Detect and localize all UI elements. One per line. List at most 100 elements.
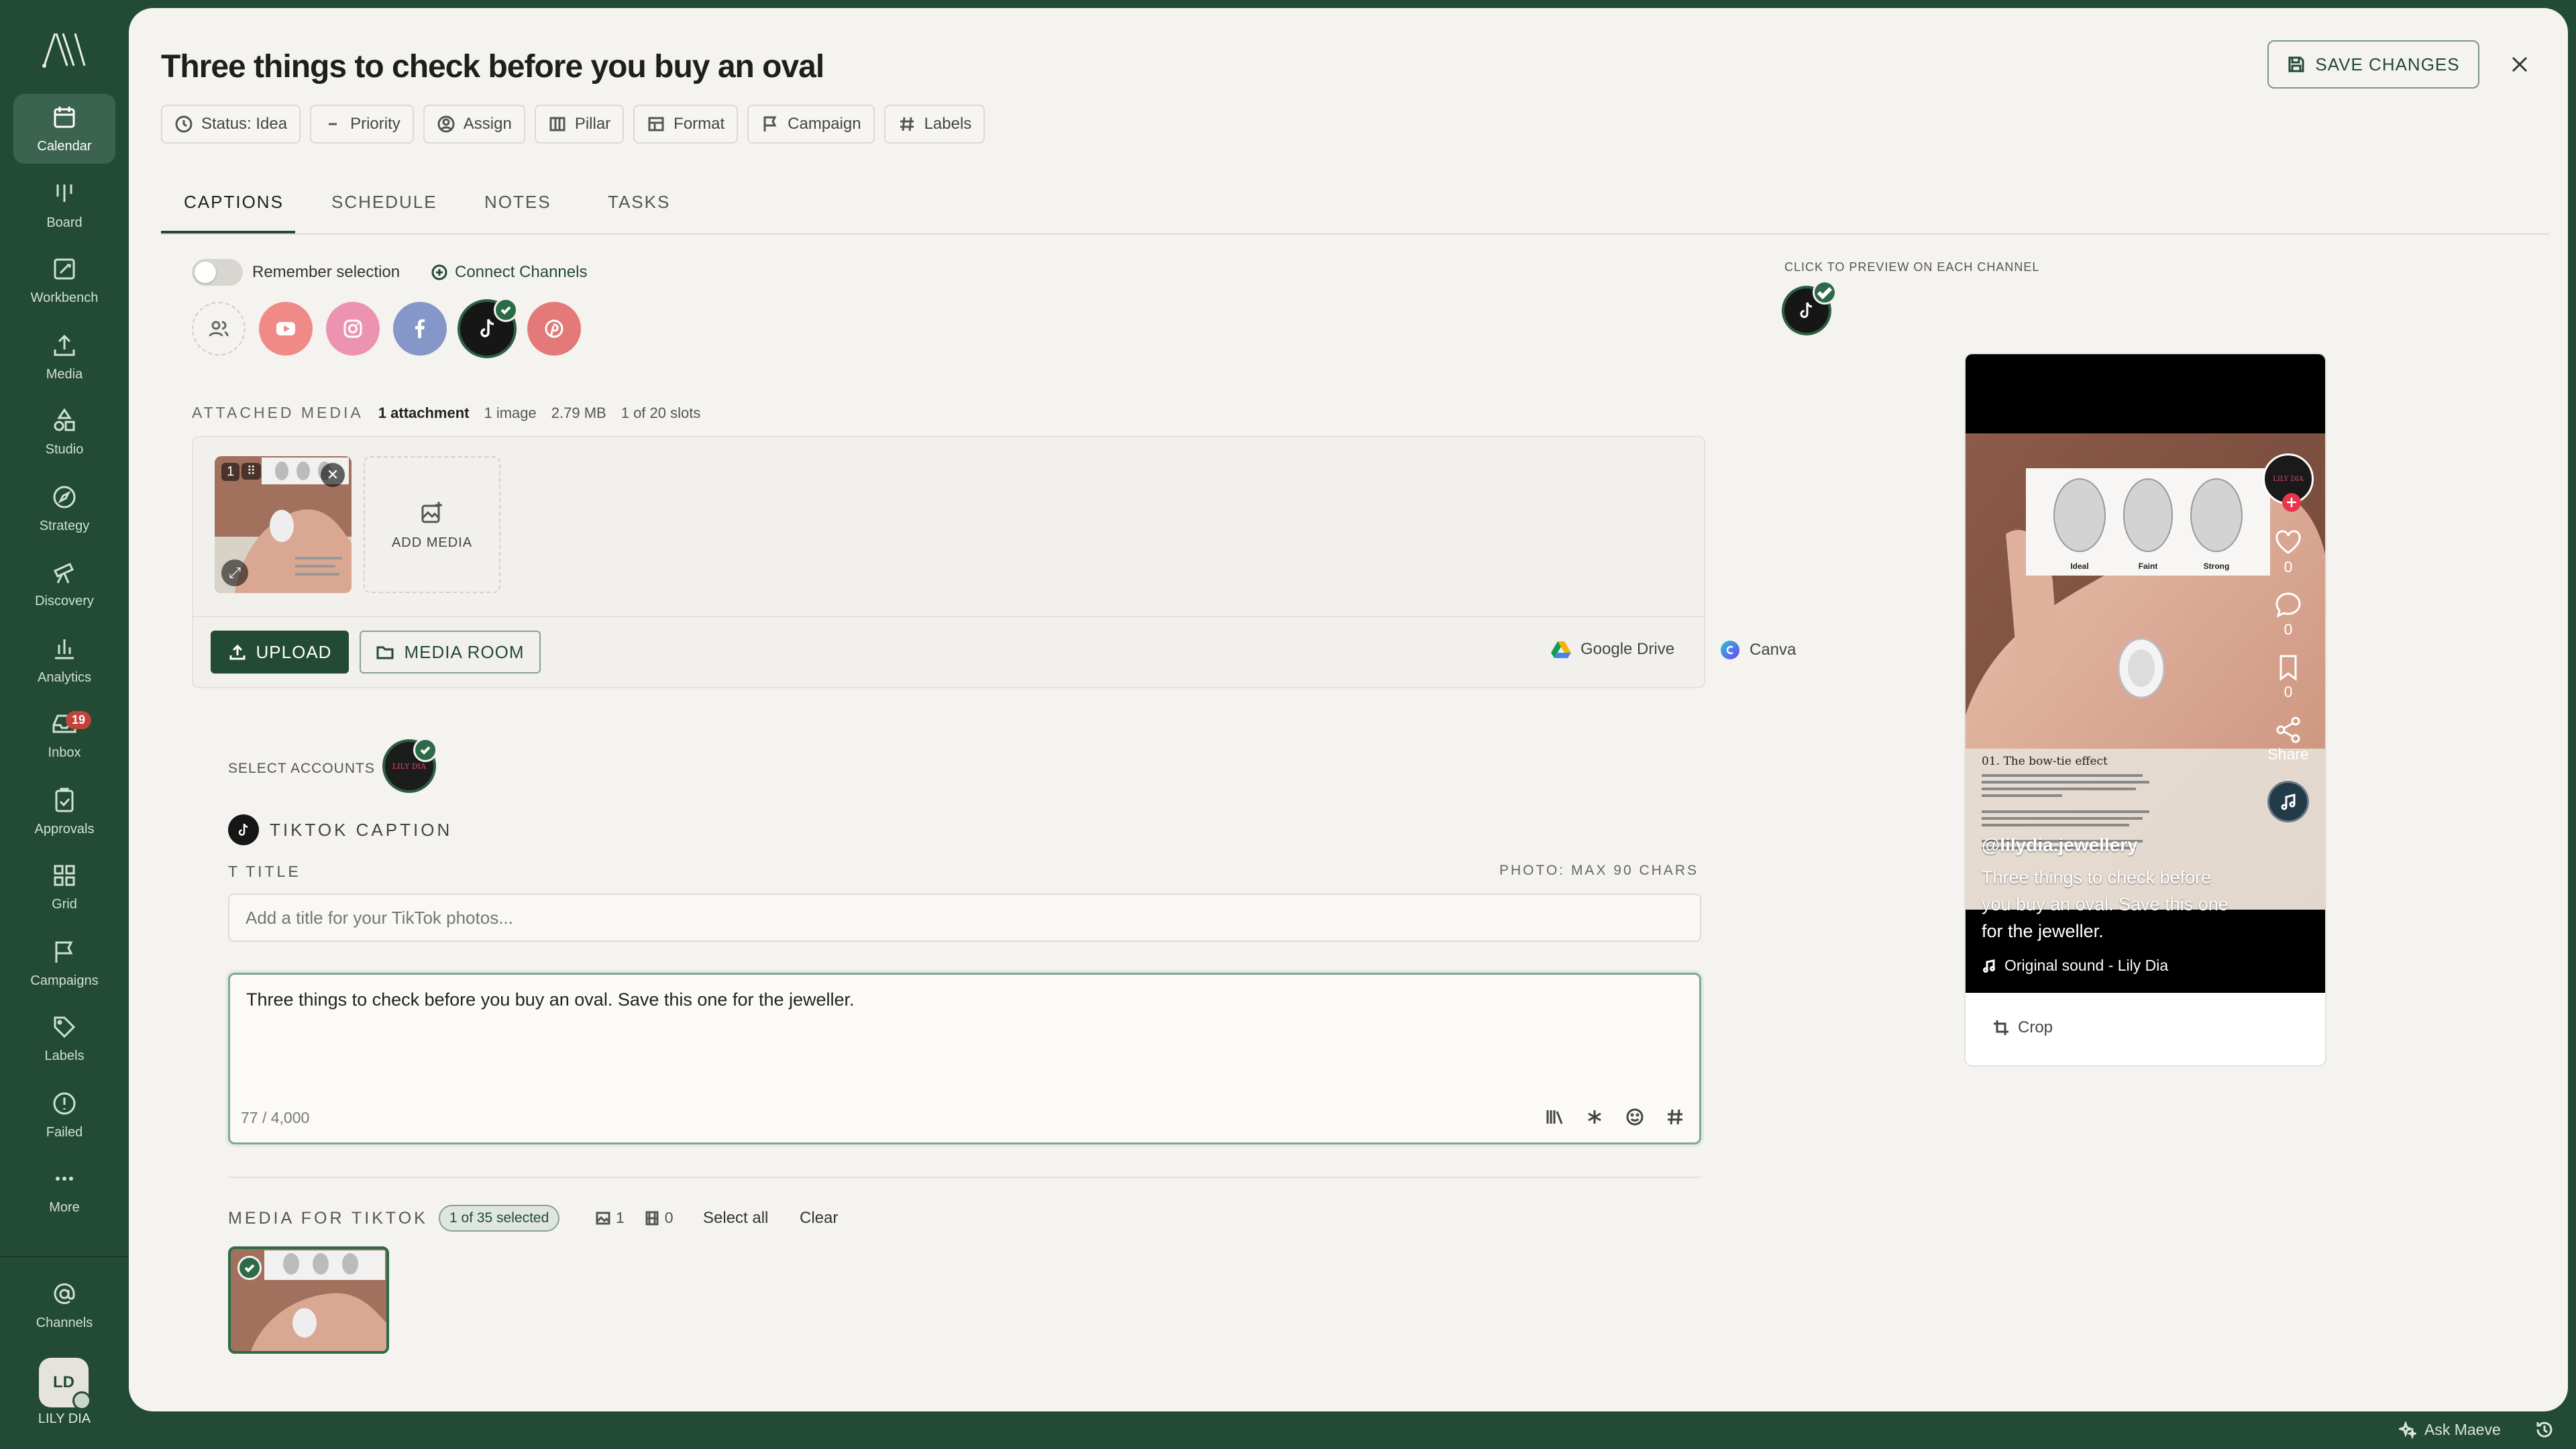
sidebar-item-inbox[interactable]: Inbox 19 [13, 700, 115, 770]
assign-chip-label: Assign [463, 115, 512, 133]
tiktok-title-input[interactable] [228, 894, 1701, 942]
save-changes-button[interactable]: SAVE CHANGES [2267, 40, 2479, 89]
sidebar-item-studio[interactable]: Studio [13, 397, 115, 467]
sidebar-item-discovery[interactable]: Discovery [13, 549, 115, 619]
drag-handle-icon[interactable]: ⠿ [241, 463, 262, 480]
preview-article-heading: 01. The bow-tie effect [1982, 755, 2108, 768]
channel-facebook[interactable] [393, 302, 447, 356]
pillar-chip[interactable]: Pillar [534, 105, 625, 144]
sidebar-item-grid[interactable]: Grid [13, 852, 115, 922]
expand-icon[interactable]: ⤢ [221, 559, 248, 586]
channel-youtube[interactable] [259, 302, 313, 356]
remove-media-icon[interactable]: ✕ [321, 463, 345, 487]
remember-selection-toggle[interactable] [192, 259, 243, 286]
caption-text[interactable]: Three things to check before you buy an … [246, 989, 855, 1010]
save-action[interactable]: 0 [2273, 652, 2304, 701]
sidebar-item-campaigns[interactable]: Campaigns [13, 928, 115, 998]
grid-icon [54, 865, 75, 885]
preview-channel-tiktok[interactable] [1784, 280, 1837, 333]
brand-logo[interactable] [40, 30, 89, 70]
sidebar-item-analytics[interactable]: Analytics [13, 625, 115, 695]
telescope-icon [53, 562, 74, 584]
canva-button[interactable]: Canva [1720, 640, 1796, 660]
assign-chip[interactable]: Assign [423, 105, 525, 144]
editor-tabs: CAPTIONS SCHEDULE NOTES TASKS [161, 182, 2549, 235]
sidebar-item-failed[interactable]: Failed [13, 1080, 115, 1150]
priority-chip[interactable]: Priority [310, 105, 414, 144]
sound-disc[interactable] [2267, 781, 2309, 822]
labels-chip[interactable]: Labels [883, 105, 985, 144]
channel-instagram[interactable] [326, 302, 380, 356]
sidebar-item-more[interactable]: More [13, 1155, 115, 1225]
campaign-chip-label: Campaign [788, 115, 861, 133]
channel-selector [192, 298, 581, 356]
diamond-label-ideal: Ideal [2070, 561, 2088, 571]
tiktok-action-rail: LILY DIA + 0 0 0 Share [2258, 453, 2318, 822]
channel-tiktok[interactable] [460, 298, 518, 356]
connect-channels-link[interactable]: Connect Channels [431, 263, 587, 282]
caption-editor[interactable]: Three things to check before you buy an … [228, 973, 1701, 1144]
upload-button[interactable]: UPLOAD [211, 631, 349, 674]
share-action[interactable]: Share [2267, 714, 2309, 763]
sidebar-item-media[interactable]: Media [13, 322, 115, 392]
canva-icon [1721, 641, 1739, 659]
sidebar-item-approvals[interactable]: Approvals [13, 777, 115, 847]
library-icon[interactable] [1544, 1106, 1565, 1128]
save-changes-label: SAVE CHANGES [2315, 54, 2460, 74]
crop-button[interactable]: Crop [1992, 1018, 2053, 1037]
comment-count: 0 [2284, 621, 2293, 638]
google-drive-button[interactable]: Google Drive [1551, 640, 1674, 659]
clear-link[interactable]: Clear [800, 1209, 838, 1228]
plus-circle-icon [431, 264, 447, 280]
tab-tasks[interactable]: TASKS [608, 192, 670, 213]
heart-icon [2275, 530, 2301, 554]
crop-label: Crop [2018, 1018, 2053, 1036]
tiktok-media-thumbnail[interactable] [228, 1246, 389, 1354]
caption-toolbar [1544, 1106, 1686, 1128]
campaign-chip[interactable]: Campaign [747, 105, 875, 144]
media-for-tiktok-label: MEDIA FOR TIKTOK [228, 1209, 428, 1228]
status-chip[interactable]: Status: Idea [161, 105, 301, 144]
sidebar-item-labels[interactable]: Labels [13, 1004, 115, 1073]
bar-chart-icon [55, 639, 74, 659]
film-icon [645, 1211, 659, 1225]
sidebar-item-channels[interactable]: Channels [13, 1271, 115, 1340]
media-room-button[interactable]: MEDIA ROOM [360, 631, 541, 674]
sidebar-item-board[interactable]: Board [13, 170, 115, 240]
attached-media-thumbnail[interactable]: 1 ⠿ ✕ ⤢ [215, 456, 352, 593]
add-media-button[interactable]: ADD MEDIA [364, 456, 500, 593]
select-all-link[interactable]: Select all [703, 1209, 768, 1228]
tab-notes[interactable]: NOTES [484, 192, 551, 213]
minus-icon [329, 123, 337, 125]
sidebar-item-strategy[interactable]: Strategy [13, 474, 115, 543]
hashtag-icon[interactable] [1664, 1106, 1686, 1128]
attachment-count: 1 attachment [378, 405, 470, 421]
labels-chip-label: Labels [924, 115, 972, 133]
sparkle-icon[interactable] [1584, 1106, 1605, 1128]
sidebar-item-label: Calendar [37, 138, 92, 154]
emoji-icon[interactable] [1624, 1106, 1646, 1128]
like-action[interactable]: 0 [2273, 527, 2304, 576]
comment-action[interactable]: 0 [2273, 590, 2304, 639]
sidebar-item-workbench[interactable]: Workbench [13, 246, 115, 315]
sidebar-divider [0, 1256, 129, 1257]
sidebar-item-label: More [49, 1199, 80, 1215]
follow-plus-icon[interactable]: + [2282, 493, 2301, 512]
post-editor-panel: Three things to check before you buy an … [129, 8, 2568, 1411]
close-button[interactable] [2504, 48, 2536, 80]
ask-maeve-button[interactable]: Ask Maeve [2399, 1421, 2501, 1439]
tab-captions[interactable]: CAPTIONS [184, 192, 284, 213]
channel-pinterest[interactable] [527, 302, 581, 356]
format-chip-label: Format [674, 115, 725, 133]
section-divider [228, 1177, 1701, 1178]
format-chip[interactable]: Format [633, 105, 739, 144]
tiktok-caption-label: TIKTOK CAPTION [270, 819, 453, 840]
channel-group-button[interactable] [192, 302, 246, 356]
inbox-count-badge: 19 [65, 711, 91, 729]
attached-media-summary: ATTACHED MEDIA 1 attachment 1 image 2.79… [192, 404, 700, 422]
account-avatar-lily-dia[interactable]: LILY DIA [382, 738, 437, 793]
tab-schedule[interactable]: SCHEDULE [331, 192, 437, 213]
preview-account-avatar[interactable]: LILY DIA + [2263, 453, 2314, 512]
history-button[interactable] [2534, 1419, 2556, 1441]
sidebar-item-calendar[interactable]: Calendar [13, 94, 115, 164]
